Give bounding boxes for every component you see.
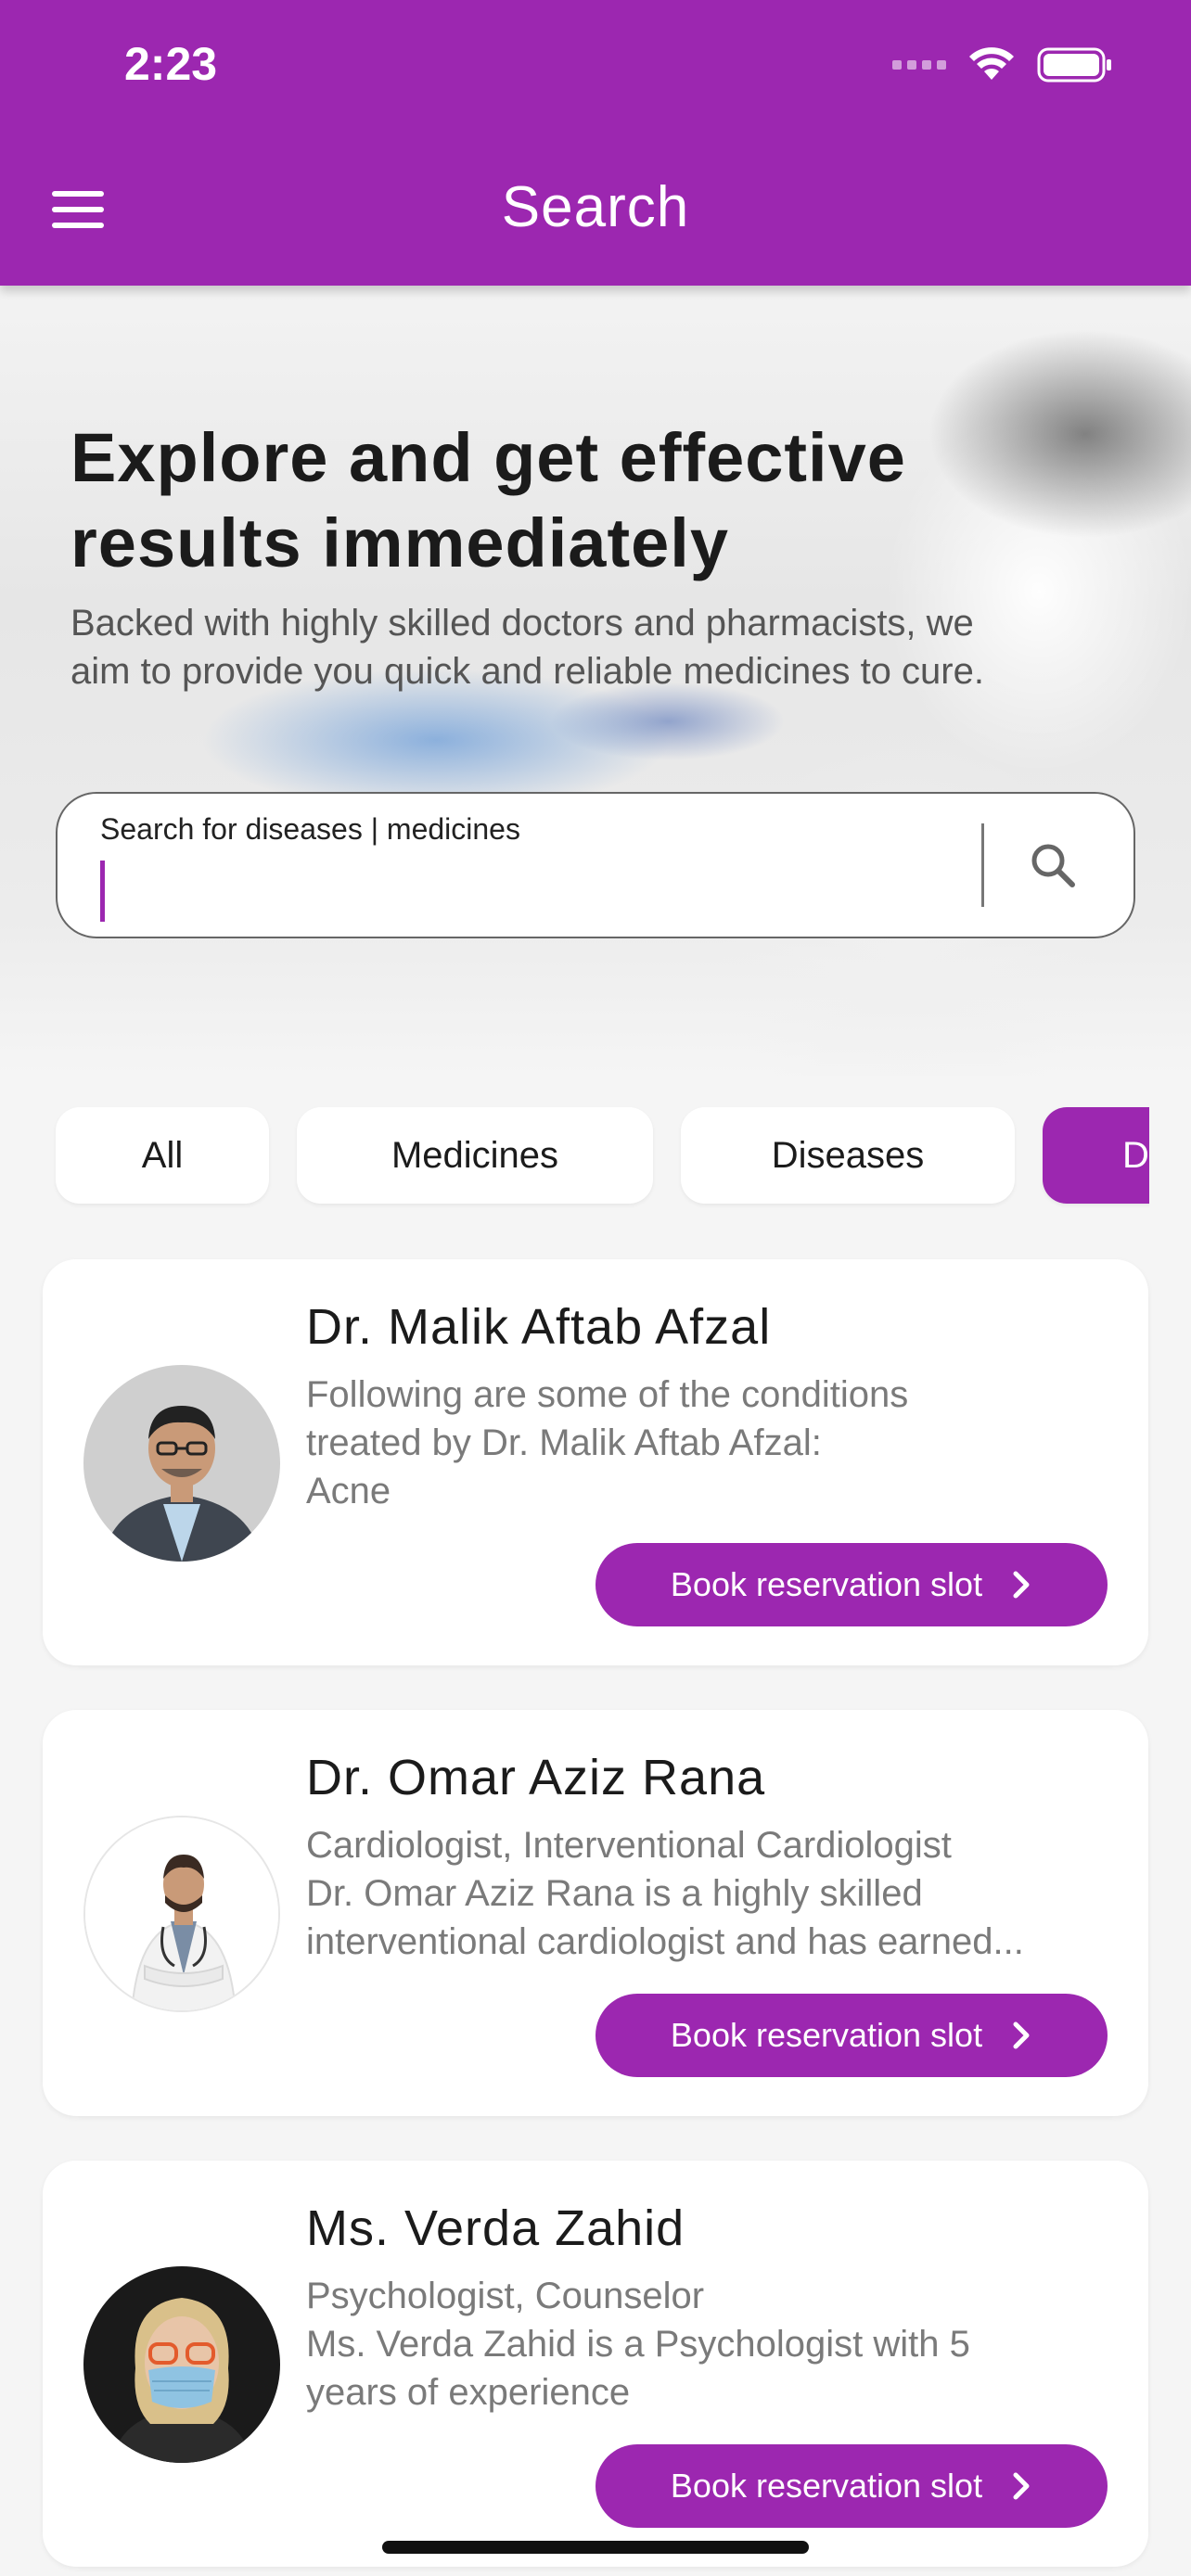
book-reservation-button[interactable]: Book reservation slot: [596, 2444, 1108, 2528]
chevron-right-icon: [1013, 2021, 1030, 2049]
hero-subtitle-line: aim to provide you quick and reliable me…: [70, 651, 984, 692]
description-line: years of experience: [306, 2372, 631, 2413]
doctor-avatar: [83, 1365, 280, 1562]
chevron-right-icon: [1013, 2472, 1030, 2500]
description-line: Following are some of the conditions: [306, 1374, 909, 1415]
description-line: Cardiologist, Interventional Cardiologis…: [306, 1825, 952, 1866]
filter-chip-medicines[interactable]: Medicines: [297, 1107, 653, 1204]
doctor-name: Ms. Verda Zahid: [306, 2200, 685, 2256]
description-line: interventional cardiologist and has earn…: [306, 1921, 1024, 1962]
description-line: Ms. Verda Zahid is a Psychologist with 5: [306, 2324, 970, 2365]
doctor-description: Following are some of the conditions tre…: [306, 1371, 1122, 1515]
doctor-card[interactable]: Ms. Verda Zahid Psychologist, Counselor …: [43, 2161, 1148, 2567]
hero-subtitle-line: Backed with highly skilled doctors and p…: [70, 603, 974, 644]
doctor-name: Dr. Omar Aziz Rana: [306, 1750, 766, 1805]
filter-chip-all[interactable]: All: [56, 1107, 269, 1204]
status-time: 2:23: [124, 38, 218, 90]
book-button-label: Book reservation slot: [670, 2016, 983, 2054]
description-line: Acne: [306, 1471, 391, 1511]
chevron-right-icon: [1013, 1571, 1030, 1599]
search-label: Search for diseases | medicines: [100, 812, 520, 846]
hero-subtitle: Backed with highly skilled doctors and p…: [70, 599, 1137, 695]
search-screen: 2:23 Search Explore and get effective re…: [0, 0, 1191, 2576]
home-indicator[interactable]: [382, 2541, 809, 2554]
filter-chip-diseases[interactable]: Diseases: [681, 1107, 1015, 1204]
hero-title-line: results immediately: [70, 504, 729, 581]
wifi-icon: [969, 47, 1014, 80]
page-title: Search: [501, 175, 690, 239]
battery-icon: [1037, 47, 1111, 83]
book-reservation-button[interactable]: Book reservation slot: [596, 1543, 1108, 1626]
hero-title: Explore and get effective results immedi…: [70, 415, 1091, 586]
doctor-card[interactable]: Dr. Malik Aftab Afzal Following are some…: [43, 1259, 1148, 1665]
status-icons: [892, 46, 1113, 83]
text-cursor: [100, 861, 105, 922]
doctor-description: Psychologist, Counselor Ms. Verda Zahid …: [306, 2272, 1122, 2417]
description-line: treated by Dr. Malik Aftab Afzal:: [306, 1422, 822, 1463]
search-divider: [981, 823, 984, 907]
description-line: Dr. Omar Aziz Rana is a highly skilled: [306, 1873, 923, 1914]
cellular-signal-icon: [892, 60, 946, 70]
filter-chip-doctors[interactable]: D: [1043, 1107, 1149, 1204]
doctor-avatar: [83, 1816, 280, 2012]
doctor-card[interactable]: Dr. Omar Aziz Rana Cardiologist, Interve…: [43, 1710, 1148, 2116]
doctor-name: Dr. Malik Aftab Afzal: [306, 1299, 772, 1355]
filter-chips: All Medicines Diseases D: [41, 1094, 1149, 1215]
search-input[interactable]: [100, 855, 935, 912]
book-button-label: Book reservation slot: [670, 2467, 983, 2505]
hero-banner: Explore and get effective results immedi…: [0, 286, 1191, 1076]
book-reservation-button[interactable]: Book reservation slot: [596, 1994, 1108, 2077]
doctor-description: Cardiologist, Interventional Cardiologis…: [306, 1821, 1122, 1966]
doctor-avatar: [83, 2266, 280, 2463]
search-icon[interactable]: [1022, 835, 1087, 899]
hero-title-line: Explore and get effective: [70, 419, 906, 496]
description-line: Psychologist, Counselor: [306, 2276, 705, 2316]
book-button-label: Book reservation slot: [670, 1565, 983, 1603]
app-bar: 2:23 Search: [0, 0, 1191, 286]
search-field[interactable]: Search for diseases | medicines: [56, 792, 1135, 938]
